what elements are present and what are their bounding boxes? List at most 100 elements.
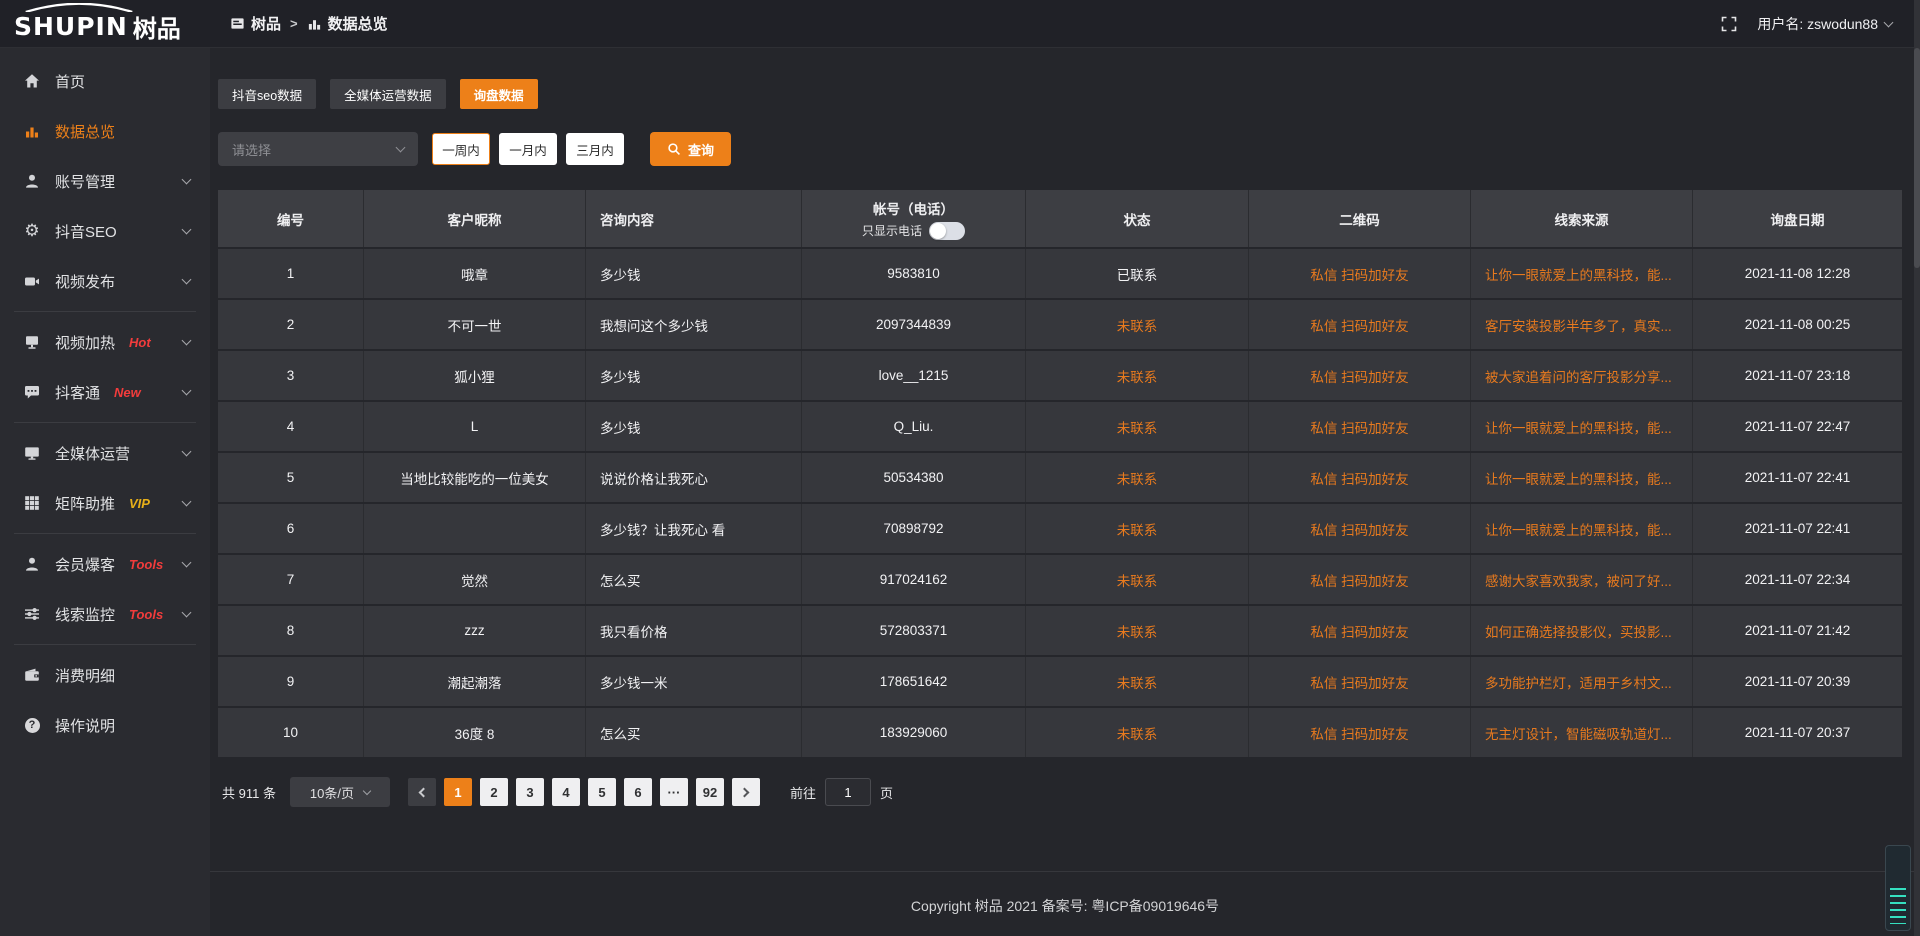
cell-source-link[interactable]: 感谢大家喜欢我家，被问了好...: [1471, 555, 1693, 604]
tab-douyin-seo-data[interactable]: 抖音seo数据: [218, 79, 316, 109]
cell-source-link[interactable]: 让你一眼就爱上的黑科技，能...: [1471, 402, 1693, 451]
cell-source-link[interactable]: 让你一眼就爱上的黑科技，能...: [1471, 504, 1693, 553]
sidebar-item-video-publish[interactable]: 视频发布: [0, 256, 210, 306]
sidebar-item-instructions[interactable]: 操作说明: [0, 700, 210, 750]
page-button-6[interactable]: 6: [624, 778, 652, 806]
cell-qrcode-link[interactable]: 私信 扫码加好友: [1249, 606, 1471, 655]
cell-account: love__1215: [802, 351, 1026, 400]
page-button-3[interactable]: 3: [516, 778, 544, 806]
cell-qrcode-link[interactable]: 私信 扫码加好友: [1249, 657, 1471, 706]
page-jump-input[interactable]: [825, 778, 871, 806]
cell-source-link[interactable]: 让你一眼就爱上的黑科技，能...: [1471, 453, 1693, 502]
user-menu[interactable]: 用户名: zswodun88: [1757, 14, 1892, 34]
phone-only-toggle[interactable]: [929, 222, 965, 240]
cell-qrcode-link[interactable]: 私信 扫码加好友: [1249, 504, 1471, 553]
tools-badge: Tools: [129, 557, 163, 572]
wallet-icon: [24, 667, 40, 683]
cell-nickname: 觉然: [364, 555, 586, 604]
page-size-value: 10条/页: [310, 783, 354, 802]
sidebar-item-label: 视频发布: [55, 271, 115, 292]
prev-page-button[interactable]: [408, 778, 436, 806]
period-one-week-button[interactable]: 一周内: [432, 133, 490, 165]
sidebar-item-home[interactable]: 首页: [0, 56, 210, 106]
chevron-down-icon: [182, 225, 192, 235]
cell-id: 3: [218, 351, 364, 400]
data-tabs: 抖音seo数据 全媒体运营数据 询盘数据: [218, 79, 1920, 109]
breadcrumb-item-current[interactable]: 数据总览: [307, 13, 388, 34]
period-three-months-button[interactable]: 三月内: [566, 133, 624, 165]
cell-content: 怎么买: [586, 708, 802, 757]
page-button-1[interactable]: 1: [444, 778, 472, 806]
cell-source-link[interactable]: 被大家追着问的客厅投影分享...: [1471, 351, 1693, 400]
app-logo[interactable]: SHUPIN 树品: [0, 0, 210, 48]
main-content: 抖音seo数据 全媒体运营数据 询盘数据 请选择 一周内 一月内 三月内 查询 …: [210, 48, 1920, 936]
cell-status: 未联系: [1026, 708, 1249, 757]
pagination: 共 911 条 10条/页 1 2 3 4 5 6 ··· 92 前往 页: [222, 777, 1920, 807]
page-button-92[interactable]: 92: [696, 778, 724, 806]
scrollbar[interactable]: [1914, 0, 1920, 936]
cell-account: 2097344839: [802, 300, 1026, 349]
cell-qrcode-link[interactable]: 私信 扫码加好友: [1249, 555, 1471, 604]
cell-qrcode-link[interactable]: 私信 扫码加好友: [1249, 402, 1471, 451]
sidebar-item-label: 账号管理: [55, 171, 115, 192]
sidebar-divider: [14, 533, 196, 534]
sidebar-item-member-leads[interactable]: 会员爆客 Tools: [0, 539, 210, 589]
filter-select[interactable]: 请选择: [218, 132, 418, 166]
sidebar-item-label: 消费明细: [55, 665, 115, 686]
breadcrumb-item-home[interactable]: 树品: [230, 13, 281, 34]
sidebar-item-lead-monitoring[interactable]: 线索监控 Tools: [0, 589, 210, 639]
scrollbar-thumb[interactable]: [1914, 48, 1920, 268]
cell-date: 2021-11-07 22:41: [1693, 504, 1902, 553]
sidebar-item-douyin-seo[interactable]: 抖音SEO: [0, 206, 210, 256]
fullscreen-icon[interactable]: [1721, 16, 1737, 32]
sidebar-item-omnimedia[interactable]: 全媒体运营: [0, 428, 210, 478]
sidebar-item-account-management[interactable]: 账号管理: [0, 156, 210, 206]
cell-source-link[interactable]: 如何正确选择投影仪，买投影...: [1471, 606, 1693, 655]
search-button[interactable]: 查询: [650, 132, 731, 166]
column-header-nickname: 客户昵称: [364, 190, 586, 247]
cell-source-link[interactable]: 客厅安装投影半年多了，真实...: [1471, 300, 1693, 349]
question-icon: [24, 717, 40, 733]
cell-content: 多少钱: [586, 249, 802, 298]
cell-qrcode-link[interactable]: 私信 扫码加好友: [1249, 300, 1471, 349]
cell-account: Q_Liu.: [802, 402, 1026, 451]
cell-id: 9: [218, 657, 364, 706]
tab-inquiry-data[interactable]: 询盘数据: [460, 79, 538, 109]
page-button-5[interactable]: 5: [588, 778, 616, 806]
user-icon: [24, 173, 40, 189]
chevron-down-icon: [182, 558, 192, 568]
page-button-2[interactable]: 2: [480, 778, 508, 806]
cell-nickname: 哦章: [364, 249, 586, 298]
breadcrumb-label: 数据总览: [328, 13, 388, 34]
table-row: 4 L 多少钱 Q_Liu. 未联系 私信 扫码加好友 让你一眼就爱上的黑科技，…: [218, 400, 1902, 451]
cell-qrcode-link[interactable]: 私信 扫码加好友: [1249, 351, 1471, 400]
breadcrumb-label: 树品: [251, 13, 281, 34]
cell-qrcode-link[interactable]: 私信 扫码加好友: [1249, 453, 1471, 502]
tab-omnimedia-data[interactable]: 全媒体运营数据: [330, 79, 446, 109]
sliders-icon: [24, 606, 40, 622]
sidebar-item-video-heat[interactable]: 视频加热 Hot: [0, 317, 210, 367]
cell-source-link[interactable]: 多功能护栏灯，适用于乡村文...: [1471, 657, 1693, 706]
cell-date: 2021-11-07 22:41: [1693, 453, 1902, 502]
home-icon: [24, 73, 40, 89]
cell-content: 多少钱: [586, 351, 802, 400]
page-size-select[interactable]: 10条/页: [290, 777, 390, 807]
chat-widget[interactable]: [1885, 845, 1911, 931]
cell-status: 未联系: [1026, 555, 1249, 604]
page-button-4[interactable]: 4: [552, 778, 580, 806]
cell-qrcode-link[interactable]: 私信 扫码加好友: [1249, 249, 1471, 298]
sidebar-item-consumption-detail[interactable]: 消费明细: [0, 650, 210, 700]
chevron-down-icon: [182, 336, 192, 346]
page-jump-suffix: 页: [880, 783, 893, 802]
sidebar-item-data-overview[interactable]: 数据总览: [0, 106, 210, 156]
period-one-month-button[interactable]: 一月内: [499, 133, 557, 165]
table-row: 3 狐小狸 多少钱 love__1215 未联系 私信 扫码加好友 被大家追着问…: [218, 349, 1902, 400]
page-ellipsis-button[interactable]: ···: [660, 778, 688, 806]
cell-source-link[interactable]: 无主灯设计，智能磁吸轨道灯...: [1471, 708, 1693, 757]
sidebar-item-douketong[interactable]: 抖客通 New: [0, 367, 210, 417]
sidebar-item-matrix-boost[interactable]: 矩阵助推 VIP: [0, 478, 210, 528]
cell-content: 多少钱？让我死心 看: [586, 504, 802, 553]
cell-qrcode-link[interactable]: 私信 扫码加好友: [1249, 708, 1471, 757]
cell-source-link[interactable]: 让你一眼就爱上的黑科技，能...: [1471, 249, 1693, 298]
next-page-button[interactable]: [732, 778, 760, 806]
